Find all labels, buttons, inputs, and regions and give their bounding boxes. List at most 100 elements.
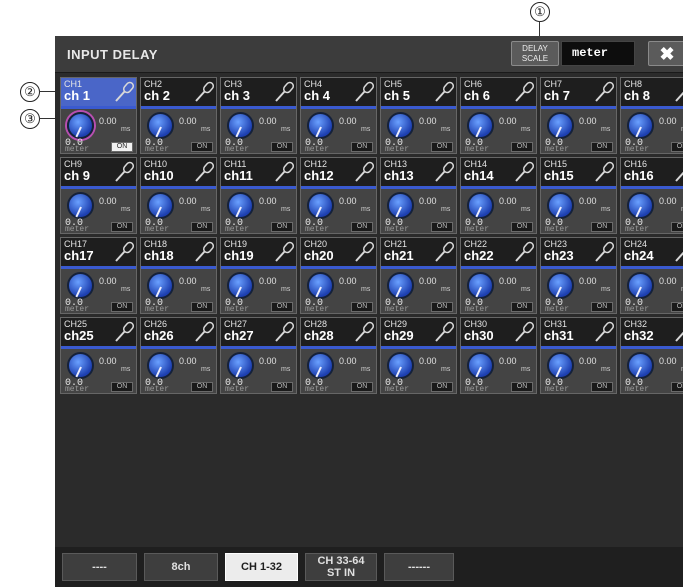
delay-on-button[interactable]: ON	[351, 222, 373, 232]
channel-header[interactable]: CH18 ch18	[141, 238, 216, 266]
channel-header[interactable]: CH12 ch12	[301, 158, 376, 186]
channel-ch15[interactable]: CH15 ch15 0.00 ms 0.0 meter ON	[540, 157, 617, 234]
channel-ch25[interactable]: CH25 ch25 0.00 ms 0.0 meter ON	[60, 317, 137, 394]
channel-header[interactable]: CH28 ch28	[301, 318, 376, 346]
delay-knob[interactable]	[147, 192, 174, 219]
channel-header[interactable]: CH6 ch 6	[461, 78, 536, 106]
delay-knob[interactable]	[307, 352, 334, 379]
delay-on-button[interactable]: ON	[671, 302, 683, 312]
channel-ch10[interactable]: CH10 ch10 0.00 ms 0.0 meter ON	[140, 157, 217, 234]
delay-knob[interactable]	[547, 192, 574, 219]
channel-ch21[interactable]: CH21 ch21 0.00 ms 0.0 meter ON	[380, 237, 457, 314]
delay-knob[interactable]	[467, 352, 494, 379]
delay-knob[interactable]	[147, 352, 174, 379]
delay-knob[interactable]	[547, 112, 574, 139]
channel-header[interactable]: CH8 ch 8	[621, 78, 683, 106]
channel-ch29[interactable]: CH29 ch29 0.00 ms 0.0 meter ON	[380, 317, 457, 394]
channel-ch13[interactable]: CH13 ch13 0.00 ms 0.0 meter ON	[380, 157, 457, 234]
channel-ch16[interactable]: CH16ch160.00ms0.0meterON	[620, 157, 683, 234]
channel-ch27[interactable]: CH27 ch27 0.00 ms 0.0 meter ON	[220, 317, 297, 394]
channel-ch3[interactable]: CH3 ch 3 0.00 ms 0.0 meter ON	[220, 77, 297, 154]
delay-knob[interactable]	[547, 272, 574, 299]
delay-knob[interactable]	[387, 272, 414, 299]
delay-on-button[interactable]: ON	[351, 302, 373, 312]
channel-ch11[interactable]: CH11 ch11 0.00 ms 0.0 meter ON	[220, 157, 297, 234]
delay-on-button[interactable]: ON	[191, 222, 213, 232]
delay-on-button[interactable]: ON	[591, 302, 613, 312]
delay-knob[interactable]	[467, 112, 494, 139]
delay-on-button[interactable]: ON	[591, 382, 613, 392]
channel-header[interactable]: CH14 ch14	[461, 158, 536, 186]
channel-header[interactable]: CH31 ch31	[541, 318, 616, 346]
delay-knob[interactable]	[307, 192, 334, 219]
delay-on-button[interactable]: ON	[511, 222, 533, 232]
channel-header[interactable]: CH24 ch24	[621, 238, 683, 266]
delay-on-button[interactable]: ON	[671, 382, 683, 392]
channel-ch26[interactable]: CH26 ch26 0.00 ms 0.0 meter ON	[140, 317, 217, 394]
delay-knob[interactable]	[467, 192, 494, 219]
delay-on-button[interactable]: ON	[511, 142, 533, 152]
delay-on-button[interactable]: ON	[111, 302, 133, 312]
delay-knob[interactable]	[627, 352, 654, 379]
channel-ch20[interactable]: CH20 ch20 0.00 ms 0.0 meter ON	[300, 237, 377, 314]
channel-ch23[interactable]: CH23 ch23 0.00 ms 0.0 meter ON	[540, 237, 617, 314]
channel-header[interactable]: CH30 ch30	[461, 318, 536, 346]
channel-ch12[interactable]: CH12 ch12 0.00 ms 0.0 meter ON	[300, 157, 377, 234]
delay-knob[interactable]	[227, 192, 254, 219]
delay-on-button[interactable]: ON	[431, 382, 453, 392]
delay-knob[interactable]	[227, 112, 254, 139]
channel-header[interactable]: CH19 ch19	[221, 238, 296, 266]
delay-on-button[interactable]: ON	[191, 302, 213, 312]
channel-header[interactable]: CH29 ch29	[381, 318, 456, 346]
delay-knob[interactable]	[387, 112, 414, 139]
channel-header[interactable]: CH1 ch 1	[61, 78, 136, 106]
delay-knob[interactable]	[387, 192, 414, 219]
delay-knob[interactable]	[627, 272, 654, 299]
delay-on-button[interactable]: ON	[271, 142, 293, 152]
channel-header[interactable]: CH17 ch17	[61, 238, 136, 266]
delay-on-button[interactable]: ON	[671, 222, 683, 232]
channel-header[interactable]: CH9 ch 9	[61, 158, 136, 186]
delay-on-button[interactable]: ON	[591, 222, 613, 232]
delay-on-button[interactable]: ON	[431, 302, 453, 312]
delay-knob[interactable]	[627, 112, 654, 139]
channel-ch17[interactable]: CH17 ch17 0.00 ms 0.0 meter ON	[60, 237, 137, 314]
channel-header[interactable]: CH27 ch27	[221, 318, 296, 346]
channel-ch1[interactable]: CH1 ch 1 0.00 ms 0.0 meter ON	[60, 77, 137, 154]
tab-ch-1-32[interactable]: CH 1-32	[225, 553, 298, 581]
channel-ch7[interactable]: CH7 ch 7 0.00 ms 0.0 meter ON	[540, 77, 617, 154]
tab-8ch[interactable]: 8ch	[144, 553, 218, 581]
delay-knob[interactable]	[307, 272, 334, 299]
channel-ch14[interactable]: CH14 ch14 0.00 ms 0.0 meter ON	[460, 157, 537, 234]
delay-on-button[interactable]: ON	[351, 382, 373, 392]
channel-header[interactable]: CH16 ch16	[621, 158, 683, 186]
delay-knob[interactable]	[227, 272, 254, 299]
channel-header[interactable]: CH10 ch10	[141, 158, 216, 186]
channel-ch30[interactable]: CH30 ch30 0.00 ms 0.0 meter ON	[460, 317, 537, 394]
delay-knob[interactable]	[467, 272, 494, 299]
channel-header[interactable]: CH11 ch11	[221, 158, 296, 186]
delay-knob[interactable]	[147, 112, 174, 139]
delay-knob[interactable]	[67, 192, 94, 219]
delay-knob[interactable]	[67, 352, 94, 379]
channel-header[interactable]: CH2 ch 2	[141, 78, 216, 106]
channel-header[interactable]: CH13 ch13	[381, 158, 456, 186]
channel-ch2[interactable]: CH2 ch 2 0.00 ms 0.0 meter ON	[140, 77, 217, 154]
delay-on-button[interactable]: ON	[271, 382, 293, 392]
channel-ch9[interactable]: CH9 ch 9 0.00 ms 0.0 meter ON	[60, 157, 137, 234]
channel-ch6[interactable]: CH6 ch 6 0.00 ms 0.0 meter ON	[460, 77, 537, 154]
channel-header[interactable]: CH15 ch15	[541, 158, 616, 186]
delay-on-button[interactable]: ON	[431, 222, 453, 232]
delay-on-button[interactable]: ON	[591, 142, 613, 152]
channel-ch31[interactable]: CH31 ch31 0.00 ms 0.0 meter ON	[540, 317, 617, 394]
delay-knob[interactable]	[547, 352, 574, 379]
delay-on-button[interactable]: ON	[191, 142, 213, 152]
delay-knob[interactable]	[307, 112, 334, 139]
channel-header[interactable]: CH3 ch 3	[221, 78, 296, 106]
delay-on-button[interactable]: ON	[351, 142, 373, 152]
delay-knob[interactable]	[387, 352, 414, 379]
delay-on-button[interactable]: ON	[511, 302, 533, 312]
delay-knob[interactable]	[147, 272, 174, 299]
channel-header[interactable]: CH20 ch20	[301, 238, 376, 266]
channel-header[interactable]: CH4 ch 4	[301, 78, 376, 106]
